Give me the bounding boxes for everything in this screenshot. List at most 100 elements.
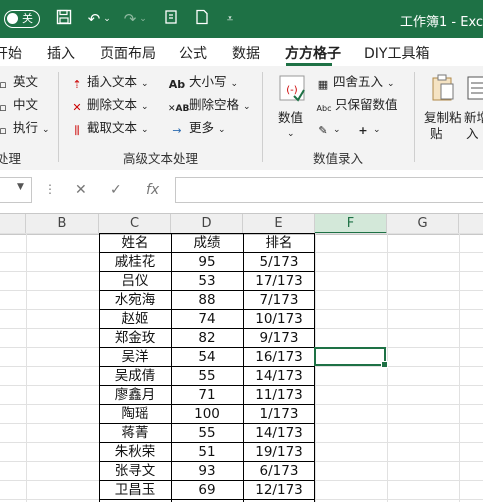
column-header-c[interactable]: C	[99, 214, 171, 234]
cell-rank[interactable]: 10/173	[243, 310, 315, 329]
name-box[interactable]: ▼	[0, 177, 32, 203]
cell-rank[interactable]: 5/173	[243, 253, 315, 272]
english-button[interactable]: ▫ 英文	[0, 74, 38, 92]
cell-rank[interactable]: 7/173	[243, 291, 315, 310]
cell-name[interactable]: 廖鑫月	[99, 386, 171, 405]
save-icon[interactable]	[54, 9, 74, 29]
formula-input[interactable]	[175, 177, 483, 203]
autosave-toggle[interactable]: 关	[4, 10, 40, 28]
cell-score[interactable]: 82	[171, 329, 243, 348]
insert-function-icon[interactable]: fx	[146, 182, 159, 198]
redo-dropdown-icon[interactable]: ⌄	[138, 9, 148, 29]
tab-page-layout[interactable]: 页面布局	[100, 43, 156, 63]
name-box-dropdown-icon[interactable]: ▼	[17, 182, 24, 192]
cell-name[interactable]: 卫昌玉	[99, 481, 171, 500]
group-separator	[58, 72, 59, 162]
cell-score[interactable]: 53	[171, 272, 243, 291]
tab-insert[interactable]: 插入	[47, 43, 75, 63]
column-header-h[interactable]	[459, 214, 483, 234]
column-header-e[interactable]: E	[243, 214, 315, 234]
cell-score[interactable]: 71	[171, 386, 243, 405]
cell-rank[interactable]: 16/173	[243, 348, 315, 367]
header-cell-name[interactable]: 姓名	[99, 234, 171, 253]
group-separator	[414, 72, 415, 162]
cell-score[interactable]: 55	[171, 367, 243, 386]
cell-name[interactable]: 赵姬	[99, 310, 171, 329]
header-cell-score[interactable]: 成绩	[171, 234, 243, 253]
cell-score[interactable]: 100	[171, 405, 243, 424]
new-insert-button[interactable]: 新增 入	[464, 74, 483, 148]
cell-score[interactable]: 55	[171, 424, 243, 443]
cell-score[interactable]: 93	[171, 462, 243, 481]
new-file-icon[interactable]	[192, 9, 212, 29]
column-header-b[interactable]: B	[26, 214, 99, 234]
cell-score[interactable]: 88	[171, 291, 243, 310]
column-header-f[interactable]: F	[315, 214, 387, 234]
cell-name[interactable]: 郑金玫	[99, 329, 171, 348]
format-painter-icon[interactable]	[162, 9, 182, 29]
keep-value-button[interactable]: Abc 只保留数值	[316, 97, 398, 116]
tab-formulas[interactable]: 公式	[179, 43, 207, 63]
add-dropdown-button[interactable]: + ⌄	[356, 120, 380, 138]
cell-rank[interactable]: 14/173	[243, 424, 315, 443]
chinese-label: 中文	[13, 97, 39, 112]
cancel-icon[interactable]: ✕	[75, 182, 87, 198]
cell-name[interactable]: 吕仪	[99, 272, 171, 291]
cell-name[interactable]: 戚桂花	[99, 253, 171, 272]
insert-text-button[interactable]: ⇡ 插入文本 ⌄	[70, 74, 148, 92]
cell-name[interactable]: 朱秋荣	[99, 443, 171, 462]
tab-fangfang-gezi[interactable]: 方方格子	[285, 43, 341, 63]
cell-name[interactable]: 蒋菁	[99, 424, 171, 443]
cell-rank[interactable]: 12/173	[243, 481, 315, 500]
cell-rank[interactable]: 19/173	[243, 443, 315, 462]
cell-name[interactable]: 张寻文	[99, 462, 171, 481]
tab-home[interactable]: 开始	[0, 43, 22, 63]
chevron-down-icon: ⌄	[42, 125, 50, 135]
cell-rank[interactable]: 6/173	[243, 462, 315, 481]
keep-value-icon: Abc	[316, 104, 332, 113]
customize-toolbar-icon[interactable]: ⩡	[220, 9, 240, 29]
cell-score[interactable]: 95	[171, 253, 243, 272]
select-all-corner[interactable]	[0, 214, 26, 234]
cell-rank[interactable]: 1/173	[243, 405, 315, 424]
column-header-d[interactable]: D	[171, 214, 243, 234]
cell-score[interactable]: 69	[171, 481, 243, 500]
undo-icon[interactable]: ↶	[84, 9, 104, 29]
cell-score[interactable]: 74	[171, 310, 243, 329]
more-button[interactable]: → 更多 ⌄	[168, 120, 225, 138]
tab-data[interactable]: 数据	[232, 43, 260, 63]
cell-rank[interactable]: 14/173	[243, 367, 315, 386]
enter-icon[interactable]: ✓	[110, 182, 122, 198]
undo-dropdown-icon[interactable]: ⌄	[102, 9, 112, 29]
english-label: 英文	[13, 74, 39, 89]
round-button[interactable]: ▦ 四舍五入 ⌄	[316, 74, 395, 92]
cell-name[interactable]: 吴成倩	[99, 367, 171, 386]
cell-score[interactable]: 54	[171, 348, 243, 367]
column-header-g[interactable]: G	[387, 214, 459, 234]
edit-dropdown-button[interactable]: ✎ ⌄	[316, 120, 340, 138]
new-insert-label-1: 新增	[464, 110, 483, 125]
active-cell[interactable]	[314, 347, 388, 368]
cell-name[interactable]: 陶瑶	[99, 405, 171, 424]
delete-spaces-button[interactable]: ✕AB删除空格 ⌄	[168, 97, 251, 116]
header-cell-rank[interactable]: 排名	[243, 234, 315, 253]
extract-text-button[interactable]: ⫼ 截取文本 ⌄	[70, 120, 148, 138]
tab-diy-toolbox[interactable]: DIY工具箱	[364, 43, 429, 63]
cell-rank[interactable]: 17/173	[243, 272, 315, 291]
group-label-process: 处理	[0, 151, 22, 166]
formula-bar-grip-icon[interactable]: ⋮	[44, 182, 56, 196]
case-label: 大小写	[189, 74, 227, 89]
execute-button[interactable]: ▫ 执行 ⌄	[0, 120, 50, 138]
copy-paste-button[interactable]: 复制粘 贴	[424, 74, 464, 148]
cell-score[interactable]: 51	[171, 443, 243, 462]
cell-rank[interactable]: 9/173	[243, 329, 315, 348]
value-big-button[interactable]: (-) 数值 ⌄	[274, 74, 310, 144]
chinese-button[interactable]: ▫ 中文	[0, 97, 38, 115]
delete-text-button[interactable]: ✕ 删除文本 ⌄	[70, 97, 148, 115]
case-button[interactable]: Ab 大小写 ⌄	[168, 74, 238, 92]
cell-name[interactable]: 水宛海	[99, 291, 171, 310]
fill-handle[interactable]	[381, 361, 388, 368]
cell-rank[interactable]: 11/173	[243, 386, 315, 405]
redo-icon[interactable]: ↷	[120, 9, 140, 29]
cell-name[interactable]: 吴洋	[99, 348, 171, 367]
